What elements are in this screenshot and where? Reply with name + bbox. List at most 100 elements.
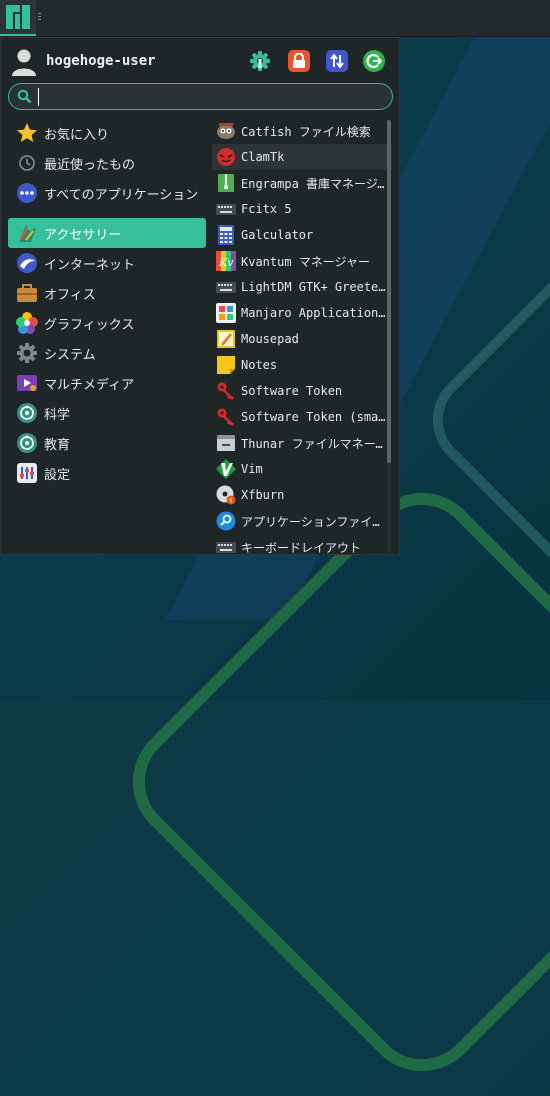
app-item-software-token[interactable]: Software Token: [212, 378, 392, 404]
app-label: Galculator: [241, 228, 314, 242]
category-all-applications[interactable]: すべてのアプリケーション: [8, 178, 206, 208]
education-icon: [16, 432, 38, 454]
log-out-button[interactable]: [363, 50, 385, 72]
app-item-keyboard-layout[interactable]: キーボードレイアウト: [212, 534, 392, 554]
category-accessories[interactable]: アクセサリー: [8, 218, 206, 248]
app-label: Xfburn: [241, 488, 285, 502]
user-header: hogehoge-user: [1, 38, 401, 84]
app-item-galculator[interactable]: Galculator: [212, 222, 392, 248]
app-item-thunar[interactable]: Thunar ファイルマネージャー: [212, 430, 392, 456]
switch-user-button[interactable]: [326, 50, 348, 72]
search-input[interactable]: [39, 87, 383, 108]
category-graphics[interactable]: グラフィックス: [8, 308, 206, 338]
app-item-mousepad[interactable]: Mousepad: [212, 326, 392, 352]
category-label: マルチメディア: [44, 377, 135, 393]
science-icon: [16, 402, 38, 424]
app-item-manjaro-application-utility[interactable]: Manjaro Application Utility: [212, 300, 392, 326]
category-settings[interactable]: 設定: [8, 458, 206, 488]
whisker-menu-button[interactable]: [0, 0, 36, 36]
category-label: 設定: [44, 467, 71, 483]
user-avatar-icon: [12, 49, 36, 76]
graphics-icon: [16, 312, 38, 334]
dots-icon: [16, 182, 38, 204]
app-label: Mousepad: [241, 332, 299, 346]
category-recent[interactable]: 最近使ったもの: [8, 148, 206, 178]
vim-icon: [216, 459, 236, 479]
app-label: ClamTk: [241, 150, 285, 164]
app-list-scrollbar-thumb[interactable]: [387, 120, 391, 463]
text-editor-icon: [216, 329, 236, 349]
app-item-engrampa[interactable]: Engrampa 書庫マネージャー: [212, 170, 392, 196]
panel-separator-handle[interactable]: [38, 13, 41, 23]
category-label: すべてのアプリケーション: [44, 187, 199, 203]
app-label: Vim: [241, 462, 263, 476]
calculator-icon: [216, 225, 236, 245]
lock-screen-button[interactable]: [288, 50, 310, 72]
category-list: お気に入り 最近使ったもの すべてのアプリケーション アクセサリー インターネッ…: [8, 118, 206, 488]
keyboard-icon: [216, 277, 236, 297]
catfish-icon: [216, 121, 236, 141]
app-label: Software Token: [241, 384, 343, 398]
search-icon: [17, 89, 32, 104]
app-item-fcitx5[interactable]: Fcitx 5: [212, 196, 392, 222]
category-label: システム: [44, 347, 96, 363]
accessories-icon: [16, 222, 38, 244]
category-internet[interactable]: インターネット: [8, 248, 206, 278]
keyboard-icon: [216, 537, 236, 554]
application-list: Catfish ファイル検索 ClamTk Engrampa 書庫マネージャー …: [212, 118, 392, 554]
app-finder-icon: [216, 511, 236, 531]
category-label: アクセサリー: [44, 227, 122, 243]
keyboard-icon: [216, 199, 236, 219]
category-office[interactable]: オフィス: [8, 278, 206, 308]
app-item-lightdm-greeter-settings[interactable]: LightDM GTK+ Greeter settings: [212, 274, 392, 300]
app-label: Fcitx 5: [241, 202, 292, 216]
star-icon: [16, 122, 38, 144]
username: hogehoge-user: [46, 53, 156, 69]
app-label: Notes: [241, 358, 278, 372]
category-label: 科学: [44, 407, 71, 423]
category-label: お気に入り: [44, 127, 110, 143]
settings-manager-icon: [250, 51, 270, 71]
kvantum-icon: Kv: [216, 251, 236, 271]
category-label: オフィス: [44, 287, 96, 303]
manjaro-logo-icon: [6, 5, 30, 29]
gear-icon: [16, 342, 38, 364]
category-multimedia[interactable]: マルチメディア: [8, 368, 206, 398]
search-box[interactable]: [8, 83, 393, 110]
disc-burner-icon: [216, 485, 236, 505]
briefcase-icon: [16, 282, 38, 304]
folder-icon: [216, 433, 236, 453]
settings-icon: [16, 462, 38, 484]
category-education[interactable]: 教育: [8, 428, 206, 458]
application-menu: hogehoge-user お気に入り 最近使ったもの すべてのアプリケーション…: [0, 37, 400, 555]
notes-icon: [216, 355, 236, 375]
category-science[interactable]: 科学: [8, 398, 206, 428]
clock-icon: [16, 152, 38, 174]
category-label: 最近使ったもの: [44, 157, 136, 173]
settings-manager-button[interactable]: [249, 50, 271, 72]
app-item-notes[interactable]: Notes: [212, 352, 392, 378]
app-item-clamtk[interactable]: ClamTk: [212, 144, 392, 170]
log-out-icon: [366, 53, 382, 69]
top-panel: [0, 0, 550, 37]
app-label: Thunar ファイルマネージャー: [241, 436, 391, 451]
lock-screen-icon: [293, 53, 305, 68]
app-item-kvantum[interactable]: Kv Kvantum マネージャー: [212, 248, 392, 274]
app-label: アプリケーションファインダー: [241, 514, 391, 529]
app-item-catfish[interactable]: Catfish ファイル検索: [212, 118, 392, 144]
multimedia-icon: [16, 372, 38, 394]
archive-icon: [216, 173, 236, 193]
app-label: Engrampa 書庫マネージャー: [241, 176, 391, 191]
app-label: キーボードレイアウト: [241, 540, 362, 555]
category-label: 教育: [44, 437, 71, 453]
wallpaper-shape: [108, 468, 550, 1096]
category-favorites[interactable]: お気に入り: [8, 118, 206, 148]
app-item-software-token-smartphone[interactable]: Software Token (smartphone): [212, 404, 392, 430]
token-icon: [216, 407, 236, 427]
app-label: Software Token (smartphone): [241, 410, 391, 424]
app-item-application-finder[interactable]: アプリケーションファインダー: [212, 508, 392, 534]
app-item-xfburn[interactable]: Xfburn: [212, 482, 392, 508]
app-item-vim[interactable]: Vim: [212, 456, 392, 482]
app-label: Manjaro Application Utility: [241, 306, 391, 320]
category-system[interactable]: システム: [8, 338, 206, 368]
